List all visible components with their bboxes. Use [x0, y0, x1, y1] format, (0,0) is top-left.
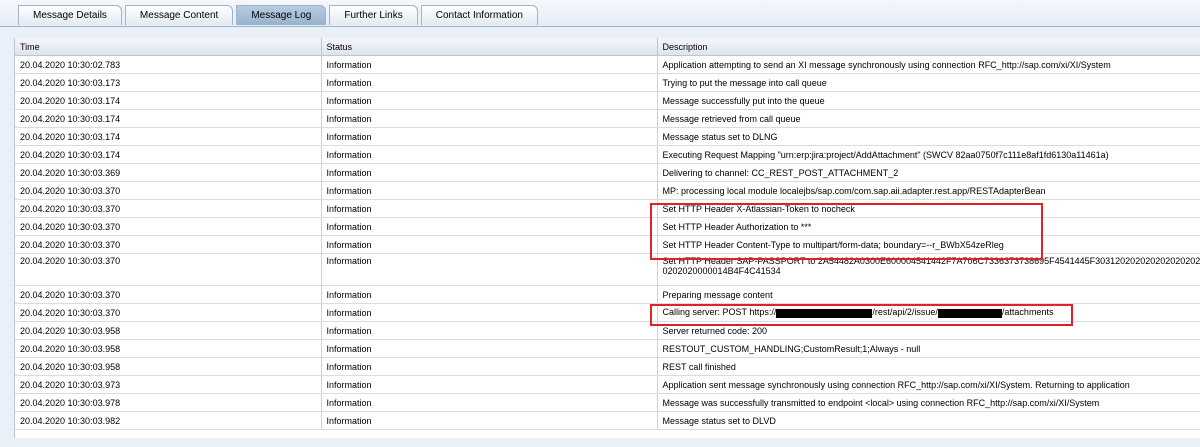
highlight-box-http-headers	[650, 203, 1043, 260]
cell-time: 20.04.2020 10:30:03.174	[15, 91, 322, 110]
cell-description: Message successfully put into the queue	[657, 91, 1200, 110]
cell-time: 20.04.2020 10:30:03.370	[15, 199, 322, 218]
cell-time: 20.04.2020 10:30:03.973	[15, 375, 322, 394]
cell-description: Message status set to DLNG	[657, 127, 1200, 146]
cell-time: 20.04.2020 10:30:03.370	[15, 235, 322, 254]
cell-status: Information	[321, 55, 658, 74]
table-row[interactable]: 20.04.2020 10:30:02.783 Information Applic…	[15, 55, 1200, 74]
table-row[interactable]: 20.04.2020 10:30:03.174 Information Messag…	[15, 127, 1200, 146]
table-row[interactable]: 20.04.2020 10:30:03.174 Information Messag…	[15, 91, 1200, 110]
table-row[interactable]: 20.04.2020 10:30:03.174 Information Execut…	[15, 145, 1200, 164]
table-row[interactable]: 20.04.2020 10:30:03.958 Information RESTOU…	[15, 339, 1200, 358]
cell-time: 20.04.2020 10:30:03.173	[15, 73, 322, 92]
table-row[interactable]: 20.04.2020 10:30:03.370 Information MP: pr…	[15, 181, 1200, 200]
cell-time: 20.04.2020 10:30:03.370	[15, 253, 322, 286]
table-row[interactable]: 20.04.2020 10:30:03.174 Information Messag…	[15, 109, 1200, 128]
tab-bar: Message Details Message Content Message Lo…	[0, 0, 1200, 27]
cell-time: 20.04.2020 10:30:03.370	[15, 303, 322, 322]
tab-contact-information[interactable]: Contact Information	[420, 5, 538, 25]
cell-status: Information	[321, 321, 658, 340]
cell-time: 20.04.2020 10:30:03.982	[15, 411, 322, 430]
tab-message-log[interactable]: Message Log	[236, 5, 327, 25]
cell-description: Application attempting to send an XI mes…	[657, 55, 1200, 74]
cell-status: Information	[321, 91, 658, 110]
cell-description: Application sent message synchronously u…	[657, 375, 1200, 394]
cell-description: Message retrieved from call queue	[657, 109, 1200, 128]
cell-description: Executing Request Mapping "urn:erp:jira:…	[657, 145, 1200, 164]
cell-status: Information	[321, 181, 658, 200]
cell-time: 20.04.2020 10:30:03.370	[15, 181, 322, 200]
cell-time: 20.04.2020 10:30:03.958	[15, 321, 322, 340]
cell-status: Information	[321, 303, 658, 322]
cell-description: Delivering to channel: CC_REST_POST_ATTA…	[657, 163, 1200, 182]
tab-message-details[interactable]: Message Details	[18, 5, 122, 25]
cell-description: Message status set to DLVD	[657, 411, 1200, 430]
cell-status: Information	[321, 339, 658, 358]
tab-strip: Message Details Message Content Message Lo…	[18, 5, 541, 27]
cell-time: 20.04.2020 10:30:03.978	[15, 393, 322, 412]
cell-description: Message was successfully transmitted to …	[657, 393, 1200, 412]
table-row[interactable]: 20.04.2020 10:30:03.973 Information Applic…	[15, 375, 1200, 394]
cell-status: Information	[321, 163, 658, 182]
cell-status: Information	[321, 375, 658, 394]
cell-status: Information	[321, 127, 658, 146]
column-header-description[interactable]: Description	[657, 38, 1200, 56]
cell-description: MP: processing local module localejbs/sa…	[657, 181, 1200, 200]
cell-time: 20.04.2020 10:30:03.958	[15, 357, 322, 376]
tab-further-links[interactable]: Further Links	[329, 5, 418, 25]
table-header-row: Time Status Description	[15, 38, 1200, 56]
cell-status: Information	[321, 109, 658, 128]
table-row[interactable]: 20.04.2020 10:30:03.370 Information Prepar…	[15, 285, 1200, 304]
cell-time: 20.04.2020 10:30:03.370	[15, 217, 322, 236]
cell-time: 20.04.2020 10:30:03.174	[15, 127, 322, 146]
cell-status: Information	[321, 393, 658, 412]
cell-time: 20.04.2020 10:30:03.174	[15, 145, 322, 164]
cell-time: 20.04.2020 10:30:02.783	[15, 55, 322, 74]
cell-status: Information	[321, 217, 658, 236]
table-row[interactable]: 20.04.2020 10:30:03.982 Information Messag…	[15, 411, 1200, 430]
cell-status: Information	[321, 253, 658, 286]
cell-description: Preparing message content	[657, 285, 1200, 304]
cell-description: RESTOUT_CUSTOM_HANDLING;CustomResult;1;A…	[657, 339, 1200, 358]
highlight-box-calling-server	[650, 304, 1073, 326]
cell-status: Information	[321, 235, 658, 254]
cell-time: 20.04.2020 10:30:03.369	[15, 163, 322, 182]
cell-status: Information	[321, 73, 658, 92]
table-row[interactable]: 20.04.2020 10:30:03.173 Information Trying…	[15, 73, 1200, 92]
cell-description: Trying to put the message into call queu…	[657, 73, 1200, 92]
column-header-time[interactable]: Time	[15, 38, 322, 56]
column-header-status[interactable]: Status	[321, 38, 658, 56]
cell-status: Information	[321, 357, 658, 376]
cell-status: Information	[321, 145, 658, 164]
cell-status: Information	[321, 199, 658, 218]
cell-time: 20.04.2020 10:30:03.958	[15, 339, 322, 358]
table-row[interactable]: 20.04.2020 10:30:03.958 Information REST c…	[15, 357, 1200, 376]
cell-status: Information	[321, 411, 658, 430]
tab-message-content[interactable]: Message Content	[124, 5, 234, 25]
table-row[interactable]: 20.04.2020 10:30:03.978 Information Messag…	[15, 393, 1200, 412]
cell-description: REST call finished	[657, 357, 1200, 376]
cell-time: 20.04.2020 10:30:03.370	[15, 285, 322, 304]
table-row[interactable]: 20.04.2020 10:30:03.369 Information Delive…	[15, 163, 1200, 182]
tab-divider	[0, 26, 1200, 27]
cell-status: Information	[321, 285, 658, 304]
cell-time: 20.04.2020 10:30:03.174	[15, 109, 322, 128]
